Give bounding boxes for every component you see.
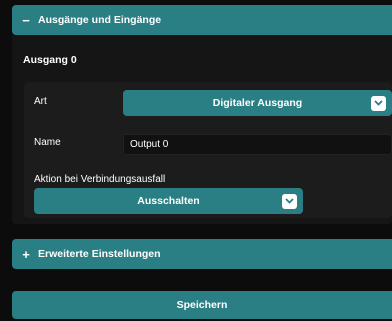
output-0-title: Ausgang 0 <box>23 54 77 66</box>
advanced-settings-accordion-header[interactable]: + Erweiterte Einstellungen <box>12 239 392 269</box>
output-0-settings-card: Art Digitaler Ausgang Name Output 0 Akti… <box>24 82 392 218</box>
connection-failure-action-select[interactable]: Ausschalten <box>34 188 303 214</box>
name-label: Name <box>34 137 61 148</box>
connection-failure-action-label: Aktion bei Verbindungsausfall <box>34 174 166 185</box>
output-type-value: Digitaler Ausgang <box>212 97 303 109</box>
outputs-inputs-panel: Ausgang 0 Art Digitaler Ausgang Name Out… <box>12 35 392 224</box>
outputs-inputs-header-label: Ausgänge und Eingänge <box>38 14 162 26</box>
minus-icon: − <box>22 12 30 28</box>
output-name-input[interactable]: Output 0 <box>123 134 392 155</box>
plus-icon: + <box>22 246 30 262</box>
chevron-down-icon <box>282 193 297 209</box>
outputs-inputs-accordion-header[interactable]: − Ausgänge und Eingänge <box>12 5 392 35</box>
advanced-settings-header-label: Erweiterte Einstellungen <box>38 248 161 260</box>
output-type-select[interactable]: Digitaler Ausgang <box>123 90 392 116</box>
chevron-down-icon <box>371 95 386 111</box>
connection-failure-action-value: Ausschalten <box>137 195 200 207</box>
settings-page: − Ausgänge und Eingänge Ausgang 0 Art Di… <box>0 0 392 321</box>
type-label: Art <box>34 96 47 107</box>
save-button[interactable]: Speichern <box>12 291 392 319</box>
